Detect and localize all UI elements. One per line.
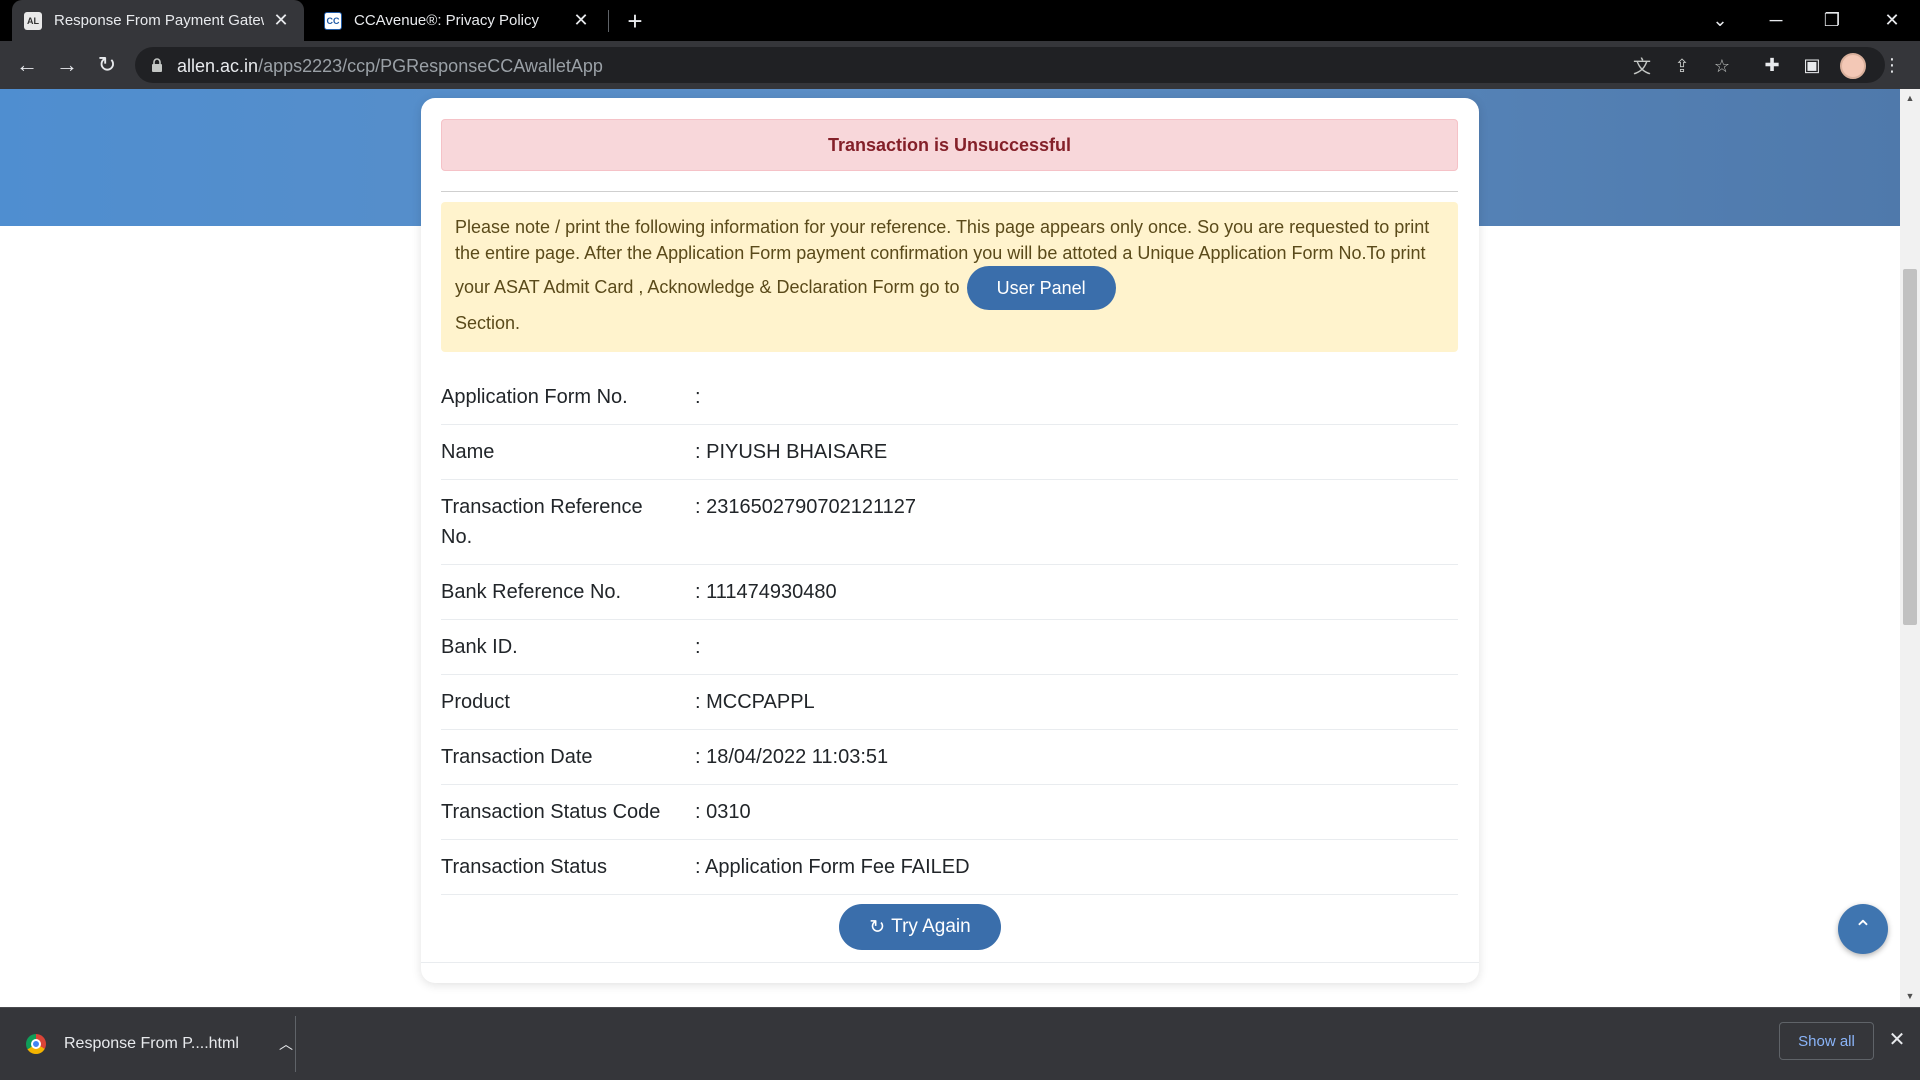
minimize-icon[interactable]: ─	[1748, 0, 1804, 41]
table-row: Bank Reference No. : 111474930480	[441, 565, 1458, 620]
transaction-details-table: Application Form No. : Name : PIYUSH BHA…	[441, 370, 1458, 895]
translate-icon[interactable]: 文	[1631, 55, 1653, 77]
row-label: Bank ID.	[441, 636, 518, 658]
note-text: Please note / print the following inform…	[455, 217, 1430, 297]
tab-payment-response[interactable]: AL Response From Payment Gatewa ✕	[12, 0, 304, 41]
retry-icon: ↻	[869, 916, 886, 938]
url-path: /apps2223/ccp/PGResponseCCAwalletApp	[258, 56, 603, 76]
download-item[interactable]: Response From P....html ︿	[14, 1022, 296, 1066]
row-value: : 111474930480	[695, 581, 837, 603]
divider	[295, 1016, 296, 1072]
table-row: Bank ID. :	[441, 620, 1458, 675]
tab-separator	[608, 10, 609, 32]
scroll-up-arrow-icon[interactable]: ▲	[1905, 93, 1915, 103]
row-label: Bank Reference No.	[441, 581, 622, 603]
try-again-button[interactable]: ↻ Try Again	[839, 904, 1001, 950]
download-file-name: Response From P....html	[64, 1035, 239, 1052]
tab-ccavenue-privacy[interactable]: CC CCAvenue®: Privacy Policy ✕	[312, 0, 604, 41]
page-viewport: Transaction is Unsuccessful Please note …	[0, 89, 1900, 1007]
table-row: Name : PIYUSH BHAISARE	[441, 425, 1458, 480]
tab-title: CCAvenue®: Privacy Policy	[354, 12, 540, 29]
tab-title: Response From Payment Gatewa	[54, 12, 264, 29]
menu-kebab-icon[interactable]: ⋮	[1880, 53, 1904, 77]
row-label: Transaction Status Code	[441, 801, 661, 823]
row-value: : 18/04/2022 11:03:51	[695, 746, 889, 768]
reference-note: Please note / print the following inform…	[441, 202, 1458, 352]
row-label: Product	[441, 691, 510, 713]
scrollbar-thumb[interactable]	[1903, 269, 1917, 625]
restore-icon[interactable]: ❐	[1804, 0, 1860, 41]
close-tab-icon[interactable]: ✕	[270, 10, 292, 32]
browser-tab-bar: AL Response From Payment Gatewa ✕ CC CCA…	[0, 0, 1920, 41]
close-icon[interactable]: ✕	[1884, 1026, 1910, 1052]
table-row: Application Form No. :	[441, 370, 1458, 425]
extensions-puzzle-icon[interactable]: ✚	[1760, 53, 1784, 77]
row-value: : 0310	[695, 801, 751, 823]
divider	[421, 962, 1479, 963]
table-row: Transaction Reference No. : 231650279070…	[441, 480, 1458, 565]
window-close-icon[interactable]: ✕	[1864, 0, 1920, 41]
show-all-button[interactable]: Show all	[1779, 1022, 1874, 1060]
row-label: Transaction Status	[441, 856, 608, 878]
chevron-up-icon[interactable]: ︿	[276, 1034, 296, 1054]
address-bar[interactable]: allen.ac.in/apps2223/ccp/PGResponseCCAwa…	[135, 47, 1885, 83]
bookmark-star-icon[interactable]: ☆	[1711, 55, 1733, 77]
lock-icon	[152, 58, 162, 72]
browser-toolbar: ← → ↻ allen.ac.in/apps2223/ccp/PGRespons…	[0, 41, 1920, 89]
row-value: :	[695, 386, 701, 408]
page-scrollbar[interactable]: ▲ ▼	[1900, 89, 1920, 1007]
allen-favicon-icon: AL	[24, 11, 42, 30]
transaction-status-alert: Transaction is Unsuccessful	[441, 119, 1458, 171]
ccavenue-favicon-icon: CC	[324, 11, 342, 30]
user-panel-button[interactable]: User Panel	[966, 266, 1116, 310]
row-value: : MCCPAPPL	[695, 691, 815, 713]
table-row: Transaction Status : Application Form Fe…	[441, 840, 1458, 895]
scroll-down-arrow-icon[interactable]: ▼	[1905, 991, 1915, 1001]
table-row: Transaction Status Code : 0310	[441, 785, 1458, 840]
row-value: : Application Form Fee FAILED	[695, 856, 970, 878]
note-suffix: Section.	[455, 313, 521, 333]
new-tab-plus-icon[interactable]: +	[620, 6, 650, 36]
url-text: allen.ac.in/apps2223/ccp/PGResponseCCAwa…	[177, 56, 603, 77]
share-icon[interactable]: ⇪	[1671, 55, 1693, 77]
table-row: Transaction Date : 18/04/2022 11:03:51	[441, 730, 1458, 785]
profile-avatar[interactable]	[1840, 53, 1866, 79]
close-tab-icon[interactable]: ✕	[570, 10, 592, 32]
reload-icon[interactable]: ↻	[91, 49, 123, 81]
download-bar: Response From P....html ︿ Show all ✕	[0, 1007, 1920, 1080]
chrome-file-icon	[26, 1034, 46, 1054]
row-label: Name	[441, 441, 495, 463]
forward-arrow-icon[interactable]: →	[51, 49, 83, 81]
tab-search-chevron-icon[interactable]: ⌄	[1692, 0, 1748, 41]
url-host: allen.ac.in	[177, 56, 259, 76]
row-label: Application Form No.	[441, 386, 628, 408]
row-label: Transaction Reference No.	[441, 496, 643, 548]
row-label: Transaction Date	[441, 746, 593, 768]
table-row: Product : MCCPAPPL	[441, 675, 1458, 730]
row-value: : PIYUSH BHAISARE	[695, 441, 888, 463]
payment-response-card: Transaction is Unsuccessful Please note …	[421, 98, 1479, 983]
try-again-label: Try Again	[891, 916, 971, 937]
scroll-to-top-icon[interactable]: ⌃	[1838, 904, 1888, 954]
back-arrow-icon[interactable]: ←	[11, 49, 43, 81]
row-value: : 2316502790702121127	[695, 496, 916, 518]
side-panel-icon[interactable]: ▣	[1800, 53, 1824, 77]
row-value: :	[695, 636, 701, 658]
divider	[441, 191, 1458, 192]
